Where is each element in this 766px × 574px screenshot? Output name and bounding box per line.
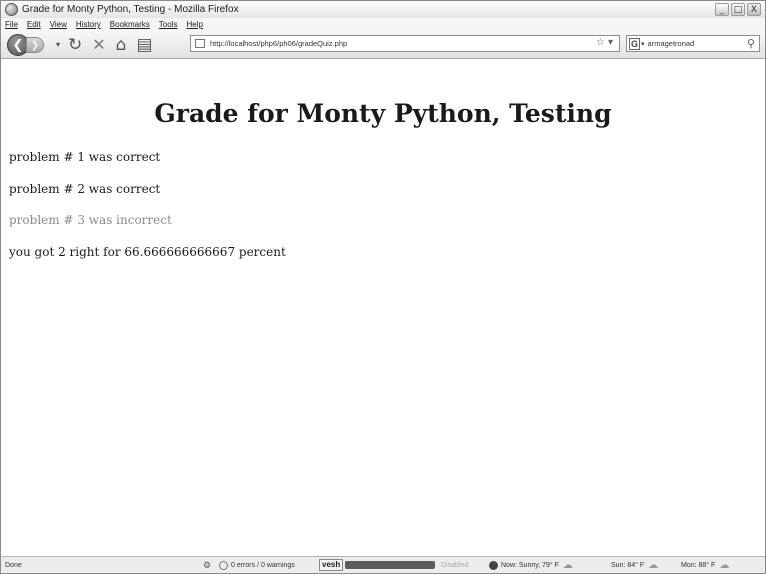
- window-title: Grade for Monty Python, Testing - Mozill…: [22, 4, 239, 15]
- home-icon[interactable]: ⌂: [116, 34, 127, 56]
- back-forward-group: ❮ ❯: [7, 33, 53, 56]
- search-input[interactable]: armagetronad: [648, 39, 695, 48]
- error-count: 0 errors / 0 warnings: [231, 561, 295, 569]
- menu-bookmarks[interactable]: Bookmarks: [110, 20, 150, 29]
- site-icon: [195, 39, 205, 48]
- menu-bar: File Edit View History Bookmarks Tools H…: [1, 18, 765, 31]
- url-bar[interactable]: http://localhost/php6/ph06/gradeQuiz.php…: [190, 35, 620, 52]
- error-icon: [219, 560, 228, 570]
- history-dropdown-icon[interactable]: ▾: [56, 40, 60, 49]
- menu-tools[interactable]: Tools: [159, 20, 178, 29]
- error-console[interactable]: 0 errors / 0 warnings: [219, 560, 295, 570]
- gear-icon[interactable]: ⚙: [203, 560, 211, 571]
- result-line-3: problem # 3 was incorrect: [9, 213, 172, 227]
- close-button[interactable]: X: [747, 3, 761, 16]
- menu-history[interactable]: History: [76, 20, 101, 29]
- page-title: Grade for Monty Python, Testing: [154, 99, 612, 128]
- search-bar[interactable]: G ▾ armagetronad ⚲: [626, 35, 760, 52]
- result-line-1: problem # 1 was correct: [9, 150, 161, 164]
- weather-icon: [489, 560, 498, 570]
- title-bar: Grade for Monty Python, Testing - Mozill…: [1, 1, 765, 18]
- menu-edit[interactable]: Edit: [27, 20, 41, 29]
- vesh-widget[interactable]: vesh: [319, 559, 436, 571]
- page-content: Grade for Monty Python, Testing problem …: [1, 61, 765, 556]
- firefox-app-icon: [5, 3, 18, 16]
- cloud-icon: ☁: [562, 559, 573, 571]
- reload-icon[interactable]: ↻: [68, 34, 82, 56]
- navigation-toolbar: ❮ ❯ ▾ ↻ ✕ ⌂ ▤ http://localhost/php6/ph06…: [1, 31, 765, 59]
- weather-now-text: Now: Sunny, 79° F: [501, 561, 559, 569]
- url-text[interactable]: http://localhost/php6/ph06/gradeQuiz.php: [210, 39, 347, 48]
- back-icon: ❮: [12, 37, 24, 53]
- menu-file[interactable]: File: [5, 20, 18, 29]
- status-text: Done: [5, 561, 22, 569]
- browser-window: Grade for Monty Python, Testing - Mozill…: [0, 0, 766, 574]
- forward-button[interactable]: ❯: [26, 36, 44, 53]
- weather-sun[interactable]: Sun: 84° F ☁: [611, 560, 658, 571]
- bookmark-page-icon[interactable]: ▤: [136, 34, 152, 56]
- status-bar: Done ⚙ 0 errors / 0 warnings vesh Disabl…: [1, 556, 765, 573]
- disabled-text: Disabled: [441, 561, 469, 569]
- maximize-button[interactable]: □: [731, 3, 745, 16]
- summary-line: you got 2 right for 66.666666666667 perc…: [9, 245, 286, 259]
- cloud-icon: ☁: [719, 559, 730, 571]
- cloud-icon: ☁: [648, 559, 659, 571]
- vesh-bar: [345, 561, 436, 569]
- window-controls: _ □ X: [715, 3, 761, 16]
- weather-sun-text: Sun: 84° F: [611, 561, 645, 569]
- weather-now[interactable]: Now: Sunny, 79° F ☁: [489, 560, 573, 571]
- stop-icon[interactable]: ✕: [92, 34, 105, 56]
- weather-mon[interactable]: Mon: 88° F ☁: [681, 560, 729, 571]
- search-engine-icon[interactable]: G: [629, 37, 641, 50]
- minimize-button[interactable]: _: [715, 3, 729, 16]
- weather-mon-text: Mon: 88° F: [681, 561, 716, 569]
- menu-view[interactable]: View: [50, 20, 67, 29]
- menu-help[interactable]: Help: [186, 20, 202, 29]
- search-icon[interactable]: ⚲: [747, 37, 755, 50]
- vesh-label: vesh: [319, 559, 344, 571]
- engine-dropdown-icon[interactable]: ▾: [641, 40, 645, 48]
- forward-icon: ❯: [30, 39, 40, 51]
- star-icon[interactable]: ☆ ▾: [596, 37, 613, 48]
- result-line-2: problem # 2 was correct: [9, 182, 161, 196]
